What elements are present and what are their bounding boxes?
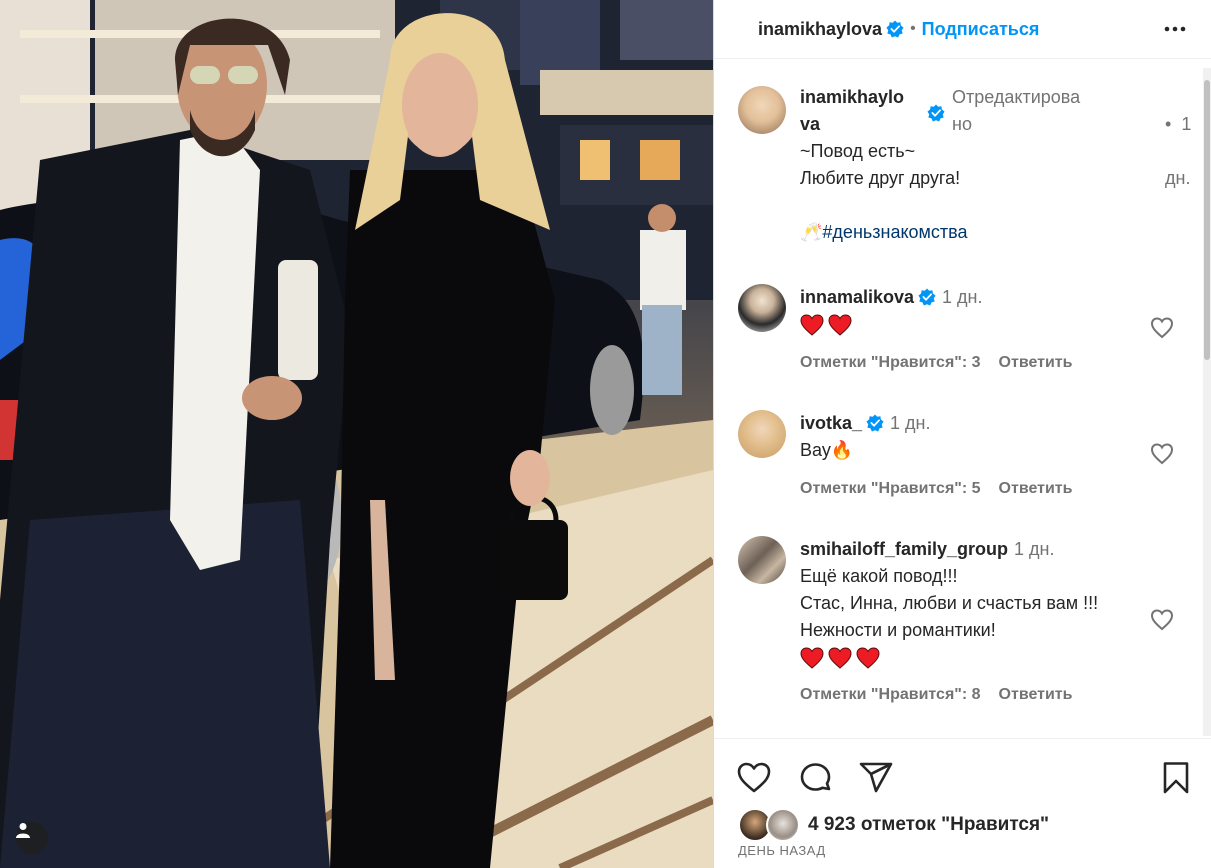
comment-like-icon[interactable] bbox=[1150, 442, 1174, 466]
likes-count[interactable]: 4 923 отметок "Нравится" bbox=[808, 814, 1049, 836]
comment-item: ivotka_ 1 дн. Вау🔥 Отметки "Нравится": 5… bbox=[714, 410, 1184, 510]
caption-time-line2: дн. bbox=[1165, 168, 1191, 188]
post-header: inamikhaylova • Подписаться bbox=[714, 0, 1211, 59]
comment-text: Вау🔥 bbox=[800, 440, 854, 460]
verified-icon bbox=[918, 288, 936, 306]
comment-item: innamalikova 1 дн. Отметки "Нравится": 3… bbox=[714, 284, 1184, 384]
user-tag-icon bbox=[16, 823, 30, 838]
commenter-avatar[interactable] bbox=[738, 536, 786, 584]
follow-button[interactable]: Подписаться bbox=[922, 19, 1040, 40]
verified-icon bbox=[866, 414, 884, 432]
edited-label: Отредактирова но bbox=[952, 84, 1092, 138]
hashtag-link[interactable]: #деньзнакомства bbox=[822, 222, 967, 242]
post-panel: inamikhaylova • Подписаться inamikhaylo … bbox=[713, 0, 1211, 868]
liker-avatar bbox=[766, 808, 800, 842]
verified-icon bbox=[886, 20, 904, 38]
verified-icon bbox=[927, 104, 945, 122]
caption-time-line1: • 1 bbox=[1165, 114, 1192, 134]
post-date[interactable]: ДЕНЬ НАЗАД bbox=[738, 843, 826, 858]
comment-like-icon[interactable] bbox=[1150, 608, 1174, 632]
reply-button[interactable]: Ответить bbox=[999, 480, 1073, 497]
red-heart-emoji bbox=[828, 314, 852, 336]
comment-text-line-2: Стас, Инна, любви и счастья вам !!! bbox=[800, 593, 1099, 613]
comment-text-line-3: Нежности и романтики! bbox=[800, 620, 996, 640]
comments-list[interactable]: inamikhaylo va Отредактирова но • 1 дн. … bbox=[714, 66, 1211, 736]
comment-text bbox=[800, 313, 1150, 340]
actions-divider bbox=[714, 738, 1211, 739]
comment-username[interactable]: innamalikova bbox=[800, 287, 914, 307]
header-username[interactable]: inamikhaylova bbox=[758, 19, 882, 40]
caption: inamikhaylo va Отредактирова но • 1 дн. … bbox=[714, 84, 1191, 254]
comment-time[interactable]: 1 дн. bbox=[942, 287, 982, 307]
more-icon[interactable] bbox=[1163, 17, 1187, 41]
comment-likes-count[interactable]: Отметки "Нравится": 8 bbox=[800, 686, 981, 703]
comment-like-icon[interactable] bbox=[1150, 316, 1174, 340]
likes-summary[interactable]: 4 923 отметок "Нравится" bbox=[738, 808, 1049, 842]
comment-text: Ещё какой повод!!! Стас, Инна, любви и с… bbox=[800, 563, 1160, 673]
comment-time[interactable]: 1 дн. bbox=[1014, 539, 1054, 559]
caption-username[interactable]: inamikhaylo va bbox=[800, 84, 930, 138]
photo-illustration bbox=[0, 0, 713, 868]
champagne-emoji: 🥂 bbox=[800, 222, 823, 242]
comment-icon[interactable] bbox=[798, 760, 834, 796]
post-photo[interactable] bbox=[0, 0, 713, 868]
comment-text-line-1: Ещё какой повод!!! bbox=[800, 566, 958, 586]
comment-item: smihailoff_family_group 1 дн. Ещё какой п… bbox=[714, 536, 1184, 716]
comments-scrollbar[interactable] bbox=[1203, 68, 1211, 736]
reply-button[interactable]: Ответить bbox=[999, 354, 1073, 371]
red-heart-emoji bbox=[800, 314, 824, 336]
comment-username[interactable]: smihailoff_family_group bbox=[800, 539, 1008, 559]
caption-text: ~Повод есть~ Любите друг друга! 🥂#деньзн… bbox=[800, 138, 1160, 246]
author-avatar[interactable] bbox=[738, 86, 786, 134]
comment-hearts bbox=[800, 646, 1160, 673]
red-heart-emoji bbox=[800, 647, 824, 669]
edited-label-line2: но bbox=[952, 114, 972, 134]
red-heart-emoji bbox=[828, 647, 852, 669]
header-separator: • bbox=[910, 20, 916, 37]
scrollbar-thumb[interactable] bbox=[1204, 80, 1210, 360]
caption-line-2: Любите друг друга! bbox=[800, 168, 961, 188]
commenter-avatar[interactable] bbox=[738, 284, 786, 332]
comment-username[interactable]: ivotka_ bbox=[800, 413, 862, 433]
caption-line-1: ~Повод есть~ bbox=[800, 141, 916, 161]
heart-icon[interactable] bbox=[736, 760, 772, 796]
commenter-avatar[interactable] bbox=[738, 410, 786, 458]
user-tag-button[interactable] bbox=[16, 822, 48, 854]
comment-time[interactable]: 1 дн. bbox=[890, 413, 930, 433]
comment-likes-count[interactable]: Отметки "Нравится": 5 bbox=[800, 480, 981, 497]
comment-actions: Отметки "Нравится": 5 Ответить bbox=[800, 480, 1072, 498]
bookmark-icon[interactable] bbox=[1158, 760, 1194, 796]
comment-likes-count[interactable]: Отметки "Нравится": 3 bbox=[800, 354, 981, 371]
reply-button[interactable]: Ответить bbox=[999, 686, 1073, 703]
comment-actions: Отметки "Нравится": 3 Ответить bbox=[800, 354, 1072, 372]
comment-actions: Отметки "Нравится": 8 Ответить bbox=[800, 686, 1072, 704]
caption-username-line1[interactable]: inamikhaylo bbox=[800, 87, 904, 107]
caption-username-line2[interactable]: va bbox=[800, 114, 820, 134]
share-icon[interactable] bbox=[858, 760, 894, 796]
edited-label-line1: Отредактирова bbox=[952, 87, 1081, 107]
red-heart-emoji bbox=[856, 647, 880, 669]
